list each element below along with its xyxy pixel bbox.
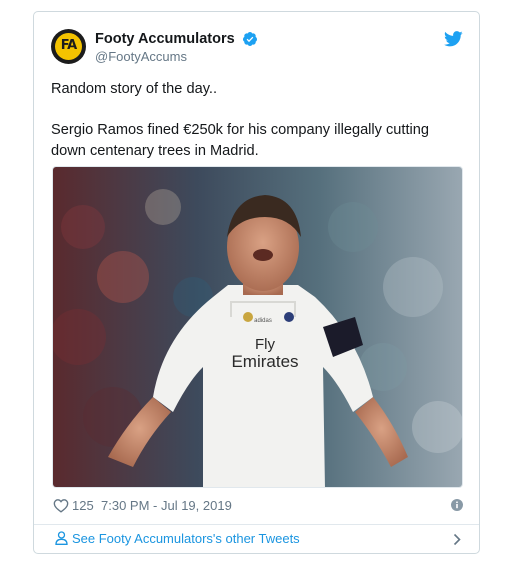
heart-icon[interactable]	[53, 498, 69, 513]
twitter-bird-icon[interactable]	[444, 31, 463, 47]
chevron-right-icon[interactable]	[453, 533, 461, 546]
sponsor-line-1: Fly	[255, 336, 275, 353]
like-count[interactable]: 125	[72, 498, 94, 513]
tweet-meta: 125 7:30 PM - Jul 19, 2019	[51, 497, 463, 515]
other-tweets-link[interactable]: See Footy Accumulators's other Tweets	[72, 531, 300, 546]
tweet-text-line-2: Sergio Ramos fined €250k for his company…	[51, 122, 430, 159]
photo-illustration: Fly Emirates adidas	[53, 167, 462, 487]
author-handle[interactable]: @FootyAccums	[95, 49, 187, 64]
author-name[interactable]: Footy Accumulators	[95, 31, 235, 47]
author-name-row: Footy Accumulators	[95, 30, 258, 48]
footer-divider	[34, 524, 479, 525]
info-icon[interactable]	[451, 499, 463, 511]
user-icon	[55, 531, 68, 545]
avatar[interactable]: FA	[51, 29, 86, 64]
tweet-header: FA Footy Accumulators @FootyAccums	[51, 29, 463, 65]
tweet-footer[interactable]: See Footy Accumulators's other Tweets	[51, 527, 463, 553]
kit-brand: adidas	[254, 318, 272, 324]
tweet-timestamp[interactable]: 7:30 PM - Jul 19, 2019	[101, 498, 232, 513]
tweet-photo[interactable]: Fly Emirates adidas	[52, 166, 463, 488]
sponsor-line-2: Emirates	[231, 352, 298, 371]
tweet-text-line-1: Random story of the day..	[51, 81, 218, 97]
avatar-initials: FA	[60, 38, 77, 53]
tweet-card: FA Footy Accumulators @FootyAccums Rando…	[33, 11, 480, 554]
verified-badge-icon	[243, 31, 258, 46]
